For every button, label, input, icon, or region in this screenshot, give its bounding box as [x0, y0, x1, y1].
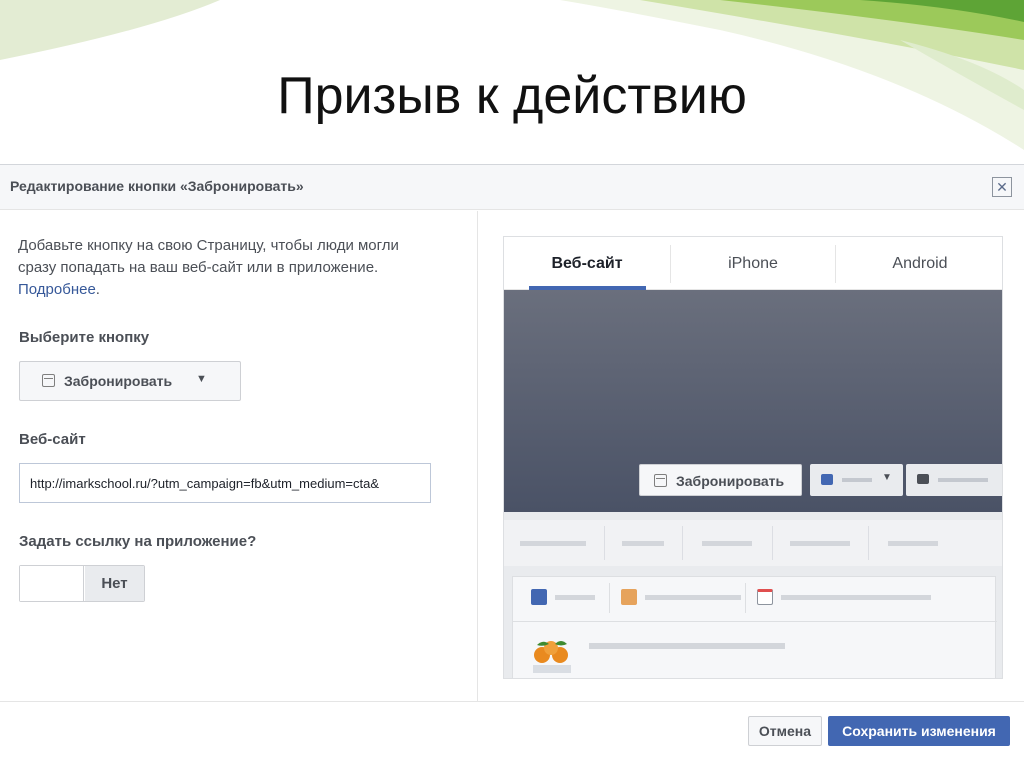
placeholder-bar [842, 478, 872, 482]
placeholder-bar [645, 595, 741, 600]
dialog-title: Редактирование кнопки «Забронировать» [10, 178, 304, 194]
nav-divider [604, 526, 605, 560]
placeholder-bar [790, 541, 850, 546]
preview-book-button: Забронировать [639, 464, 802, 496]
composer-divider [513, 621, 997, 622]
placeholder-bar [702, 541, 752, 546]
composer-divider [609, 583, 610, 613]
placeholder-bar [555, 595, 595, 600]
pencil-icon [531, 589, 547, 605]
composer-divider [745, 583, 746, 613]
thumbs-up-icon [821, 474, 833, 485]
oranges-avatar [529, 635, 575, 675]
tab-website[interactable]: Веб-сайт [504, 237, 670, 290]
nav-divider [682, 526, 683, 560]
nav-divider [868, 526, 869, 560]
dialog-footer: Отмена Сохранить изменения [0, 701, 1024, 767]
cover-photo: Забронировать ▼ [504, 290, 1002, 512]
nav-divider [772, 526, 773, 560]
slide-title: Призыв к действию [277, 67, 747, 125]
save-changes-button[interactable]: Сохранить изменения [828, 716, 1010, 746]
cancel-button[interactable]: Отмена [748, 716, 822, 746]
calendar-icon [654, 474, 667, 487]
preview-tabs: Веб-сайт iPhone Android [504, 237, 1002, 290]
placeholder-bar [589, 643, 785, 649]
learn-more-link[interactable]: Подробнее [18, 281, 96, 298]
toggle-knob[interactable] [20, 566, 84, 601]
intro-text-end: . [95, 281, 100, 298]
dialog-header: Редактирование кнопки «Забронировать» ✕ [0, 165, 1024, 210]
chevron-down-icon: ▼ [882, 472, 892, 483]
app-link-toggle[interactable]: Нет [19, 565, 145, 602]
preview-like-button: ▼ [810, 464, 903, 496]
button-type-value: Забронировать [64, 373, 173, 389]
website-url-input[interactable]: http://imarkschool.ru/?utm_campaign=fb&u… [19, 463, 431, 503]
settings-panel: Добавьте кнопку на свою Страницу, чтобы … [0, 211, 478, 701]
preview-book-label: Забронировать [676, 473, 785, 489]
preview-page-body [504, 512, 1002, 678]
preview-nav-bar [504, 520, 1002, 566]
preview-message-button [906, 464, 1002, 496]
chevron-down-icon: ▼ [196, 373, 207, 385]
placeholder-bar [781, 595, 931, 600]
choose-button-label: Выберите кнопку [19, 329, 150, 346]
edit-button-dialog: Редактирование кнопки «Забронировать» ✕ … [0, 164, 1024, 767]
button-type-select[interactable]: Забронировать ▼ [19, 361, 241, 401]
app-link-label: Задать ссылку на приложение? [19, 533, 257, 550]
slide: Призыв к действию Редактирование кнопки … [0, 0, 1024, 767]
calendar-icon [757, 589, 773, 605]
placeholder-bar [520, 541, 586, 546]
placeholder-bar [888, 541, 938, 546]
message-icon [917, 474, 929, 484]
tab-iphone[interactable]: iPhone [671, 237, 835, 290]
tab-android[interactable]: Android [836, 237, 1002, 290]
website-label: Веб-сайт [19, 431, 86, 448]
close-icon[interactable]: ✕ [992, 177, 1012, 197]
placeholder-bar [622, 541, 664, 546]
intro-text-body: Добавьте кнопку на свою Страницу, чтобы … [18, 237, 399, 276]
toggle-value: Нет [85, 566, 144, 601]
intro-text: Добавьте кнопку на свою Страницу, чтобы … [18, 235, 438, 301]
photo-icon [621, 589, 637, 605]
page-preview: Веб-сайт iPhone Android Забронировать ▼ [503, 236, 1003, 679]
calendar-icon [42, 374, 55, 387]
placeholder-bar [938, 478, 988, 482]
preview-composer [512, 576, 997, 678]
